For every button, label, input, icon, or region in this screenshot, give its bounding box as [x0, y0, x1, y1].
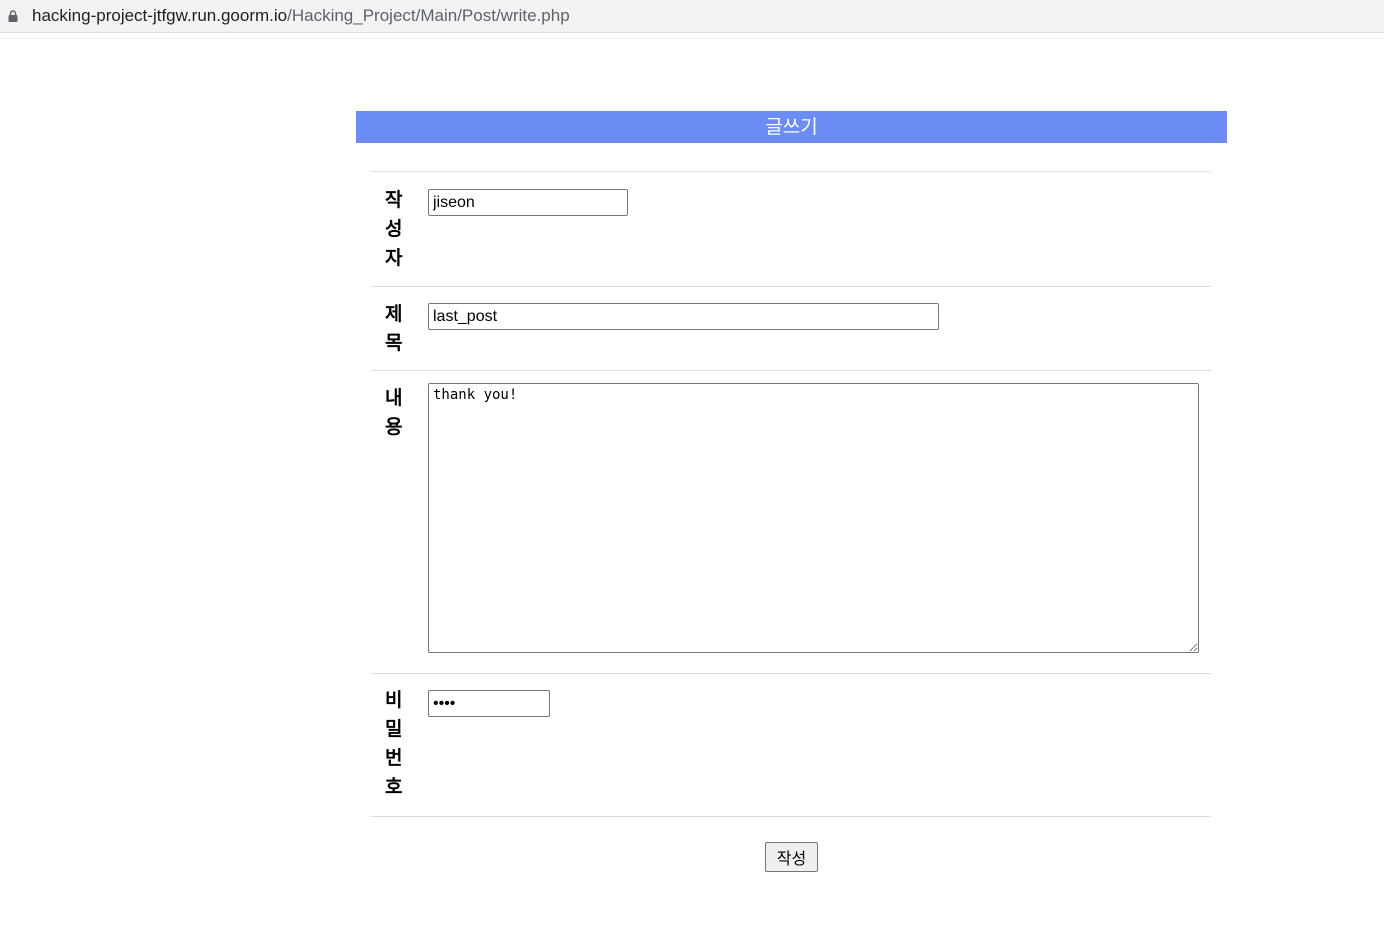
address-bar[interactable]: hacking-project-jtfgw.run.goorm.io/Hacki…	[0, 0, 1384, 32]
author-input[interactable]	[428, 189, 628, 216]
content-textarea[interactable]: thank you!	[428, 383, 1199, 653]
password-row: 비밀번호	[371, 673, 1211, 817]
content-label: 내용	[385, 387, 403, 438]
content-row: 내용 thank you!	[371, 370, 1211, 673]
title-input[interactable]	[428, 303, 939, 330]
submit-button[interactable]: 작성	[765, 842, 818, 872]
url-text[interactable]: hacking-project-jtfgw.run.goorm.io/Hacki…	[32, 6, 570, 26]
page-title: 글쓰기	[356, 111, 1227, 143]
browser-toolbar: hacking-project-jtfgw.run.goorm.io/Hacki…	[0, 0, 1384, 33]
title-label: 제목	[385, 303, 403, 354]
url-path: /Hacking_Project/Main/Post/write.php	[287, 6, 570, 25]
toolbar-divider	[0, 38, 1384, 39]
author-label: 작성자	[385, 189, 403, 269]
write-form: 작성자 제목 내용 thank you! 비밀번호	[371, 171, 1211, 817]
author-row: 작성자	[371, 171, 1211, 286]
url-host: hacking-project-jtfgw.run.goorm.io	[32, 6, 288, 25]
lock-icon	[8, 10, 18, 22]
title-row: 제목	[371, 286, 1211, 370]
password-input[interactable]	[428, 690, 550, 717]
password-label: 비밀번호	[385, 689, 403, 798]
